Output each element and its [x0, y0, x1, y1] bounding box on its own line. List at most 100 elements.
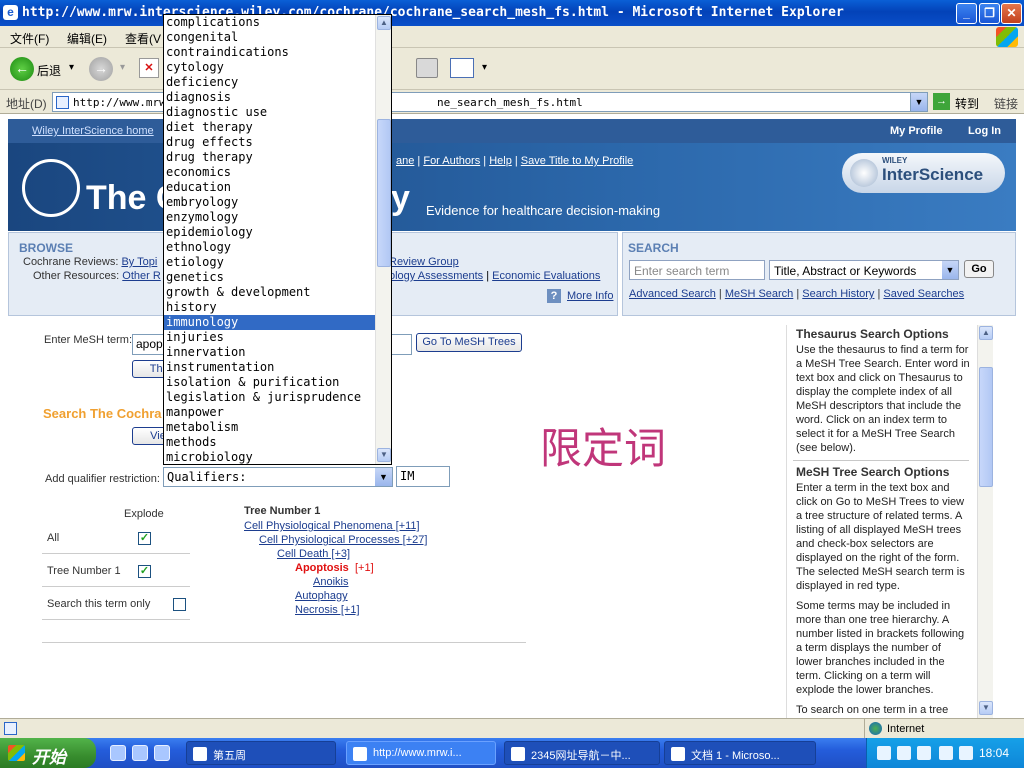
- tree-item[interactable]: Autophagy: [295, 590, 348, 602]
- other-resources-link[interactable]: Other R: [122, 270, 161, 282]
- ie-quicklaunch-icon[interactable]: [110, 745, 126, 761]
- qualifier-select[interactable]: Qualifiers: ▼: [163, 467, 393, 487]
- edit-icon[interactable]: [450, 58, 474, 78]
- qualifier-option[interactable]: deficiency: [164, 75, 376, 90]
- scroll-up-icon[interactable]: ▲: [979, 326, 993, 340]
- help-tray-icon[interactable]: [897, 746, 911, 760]
- keyboard-icon[interactable]: [877, 746, 891, 760]
- close-button[interactable]: ✕: [1001, 3, 1022, 24]
- go-arrow-icon[interactable]: →: [933, 93, 950, 110]
- qualifier-option[interactable]: growth & development: [164, 285, 376, 300]
- minimize-button[interactable]: _: [956, 3, 977, 24]
- explode-all-checkbox[interactable]: ✓: [138, 532, 151, 545]
- scroll-down-icon[interactable]: ▼: [377, 448, 391, 462]
- review-group-link[interactable]: Review Group: [389, 256, 459, 268]
- tree-item[interactable]: Cell Physiological Processes [+27]: [259, 534, 427, 546]
- qualifier-code-input[interactable]: IM: [396, 466, 450, 487]
- qualifier-option[interactable]: injuries: [164, 330, 376, 345]
- scroll-down-icon[interactable]: ▼: [979, 701, 993, 715]
- start-button[interactable]: 开始: [0, 738, 96, 768]
- desktop-quicklaunch-icon[interactable]: [132, 745, 148, 761]
- qualifier-option[interactable]: etiology: [164, 255, 376, 270]
- qualifier-option[interactable]: congenital: [164, 30, 376, 45]
- back-arrow-icon[interactable]: ←: [10, 57, 34, 81]
- qualifier-option[interactable]: history: [164, 300, 376, 315]
- economic-evaluations-link[interactable]: Economic Evaluations: [492, 270, 600, 282]
- volume-icon[interactable]: [959, 746, 973, 760]
- qualifier-option[interactable]: diagnosis: [164, 90, 376, 105]
- qualifier-option[interactable]: embryology: [164, 195, 376, 210]
- network-icon[interactable]: [917, 746, 931, 760]
- qualifier-option[interactable]: genetics: [164, 270, 376, 285]
- qualifier-option[interactable]: economics: [164, 165, 376, 180]
- qualifier-option[interactable]: education: [164, 180, 376, 195]
- search-go-button[interactable]: Go: [964, 260, 994, 278]
- taskbar-item-word[interactable]: 文档 1 - Microso...: [664, 741, 816, 765]
- arrow-left-icon[interactable]: [939, 746, 953, 760]
- wiley-interscience-logo[interactable]: WILEY InterScience: [842, 153, 1005, 193]
- go-to-mesh-trees-button[interactable]: Go To MeSH Trees: [416, 333, 522, 352]
- qualifier-option[interactable]: enzymology: [164, 210, 376, 225]
- more-info-link[interactable]: More Info: [567, 290, 613, 302]
- qualifier-option[interactable]: microbiology: [164, 450, 376, 464]
- forward-dropdown-icon[interactable]: ▾: [120, 62, 125, 73]
- qualifier-option[interactable]: innervation: [164, 345, 376, 360]
- qualifier-option[interactable]: cytology: [164, 60, 376, 75]
- qualifier-option-selected[interactable]: immunology: [164, 315, 376, 330]
- mesh-search-link[interactable]: MeSH Search: [725, 288, 793, 300]
- qualifier-option[interactable]: contraindications: [164, 45, 376, 60]
- stop-icon[interactable]: ✕: [139, 58, 159, 78]
- tree-item-selected[interactable]: Apoptosis: [295, 562, 349, 574]
- qualifier-option[interactable]: diagnostic use: [164, 105, 376, 120]
- menu-view[interactable]: 查看(V: [125, 30, 161, 47]
- print-icon[interactable]: [416, 58, 438, 78]
- scroll-thumb[interactable]: [979, 367, 993, 487]
- media-quicklaunch-icon[interactable]: [154, 745, 170, 761]
- forward-arrow-icon[interactable]: →: [89, 57, 113, 81]
- qualifier-option[interactable]: drug therapy: [164, 150, 376, 165]
- taskbar-item-ie[interactable]: http://www.mrw.i...: [346, 741, 496, 765]
- technology-assessments-link[interactable]: ology Assessments: [389, 270, 483, 282]
- maximize-button[interactable]: ❐: [979, 3, 1000, 24]
- select-dropdown-icon[interactable]: ▼: [942, 261, 958, 279]
- select-dropdown-icon[interactable]: ▼: [375, 468, 392, 486]
- qualifier-option[interactable]: methods: [164, 435, 376, 450]
- qualifier-option[interactable]: manpower: [164, 405, 376, 420]
- tree-item[interactable]: Necrosis [+1]: [295, 604, 360, 616]
- tree-item[interactable]: Anoikis: [313, 576, 348, 588]
- qualifier-option[interactable]: instrumentation: [164, 360, 376, 375]
- edit-dropdown-icon[interactable]: ▾: [482, 62, 487, 73]
- my-profile-link[interactable]: My Profile: [890, 125, 943, 137]
- back-dropdown-icon[interactable]: ▾: [69, 62, 74, 73]
- qualifier-option[interactable]: isolation & purification: [164, 375, 376, 390]
- login-link[interactable]: Log In: [968, 125, 1001, 137]
- taskbar-item-2345[interactable]: 2345网址导航－中...: [504, 741, 660, 765]
- qualifier-option[interactable]: metabolism: [164, 420, 376, 435]
- qualifier-option[interactable]: complications: [164, 15, 376, 30]
- back-button-label[interactable]: 后退: [37, 62, 61, 79]
- tree-item[interactable]: Cell Death [+3]: [277, 548, 350, 560]
- advanced-search-link[interactable]: Advanced Search: [629, 288, 716, 300]
- search-input[interactable]: Enter search term: [629, 260, 765, 280]
- help-panel-scrollbar[interactable]: ▲ ▼: [977, 325, 993, 718]
- go-button[interactable]: 转到: [955, 95, 979, 112]
- qualifier-option[interactable]: ethnology: [164, 240, 376, 255]
- search-term-only-checkbox[interactable]: [173, 598, 186, 611]
- dropdown-scrollbar[interactable]: ▲ ▼: [375, 15, 391, 464]
- help-link[interactable]: Help: [489, 155, 512, 167]
- header-link-1[interactable]: ane: [396, 155, 414, 167]
- for-authors-link[interactable]: For Authors: [423, 155, 480, 167]
- qualifier-option[interactable]: legislation & jurisprudence: [164, 390, 376, 405]
- search-field-select[interactable]: Title, Abstract or Keywords ▼: [769, 260, 959, 280]
- address-dropdown-icon[interactable]: ▼: [910, 93, 927, 111]
- taskbar-item-folder[interactable]: 第五周: [186, 741, 336, 765]
- search-history-link[interactable]: Search History: [802, 288, 874, 300]
- scroll-thumb[interactable]: [377, 119, 391, 267]
- links-button[interactable]: 链接: [994, 95, 1018, 112]
- qualifier-option[interactable]: epidemiology: [164, 225, 376, 240]
- tree-item[interactable]: Cell Physiological Phenomena [+11]: [244, 520, 420, 532]
- help-icon[interactable]: ?: [547, 289, 561, 303]
- menu-edit[interactable]: 编辑(E): [67, 30, 107, 47]
- qualifier-option[interactable]: drug effects: [164, 135, 376, 150]
- wiley-home-link[interactable]: Wiley InterScience home: [32, 125, 154, 137]
